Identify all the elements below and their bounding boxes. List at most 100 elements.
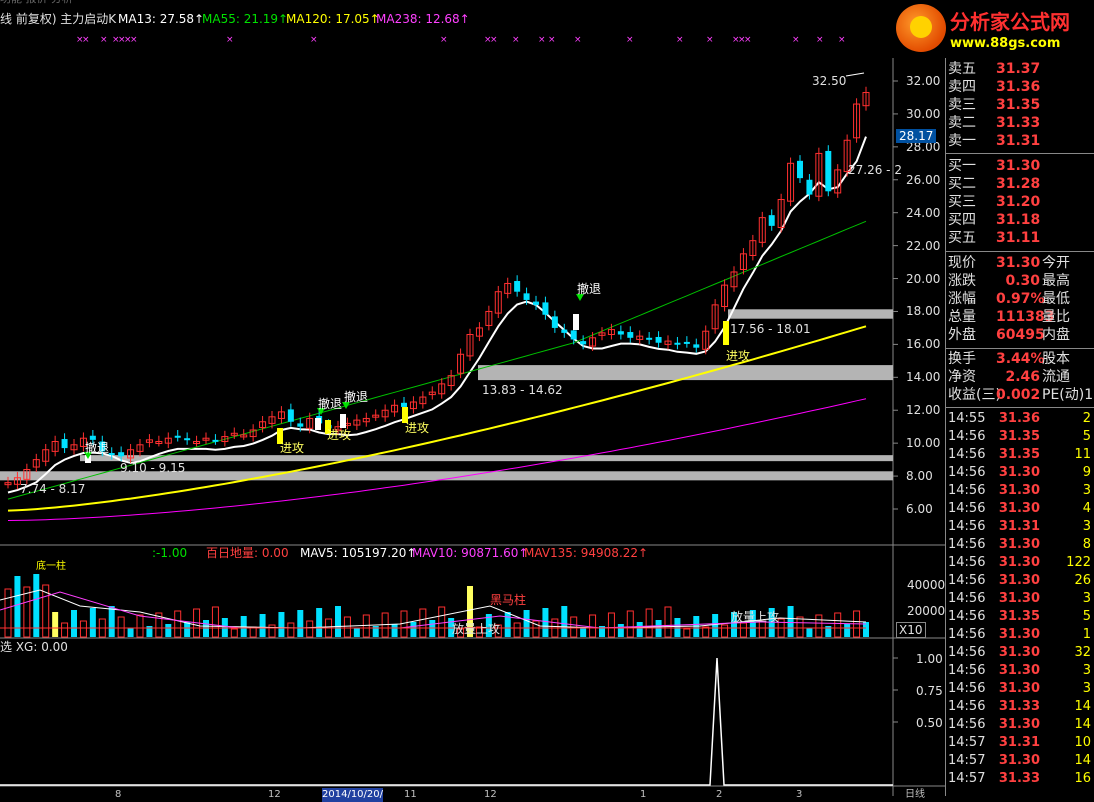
- candle-down: [542, 302, 549, 315]
- tick-row[interactable]: 14:56 31.30 122: [946, 554, 1094, 572]
- retreat-candle: [573, 314, 579, 330]
- high-label: 32.50: [812, 74, 847, 88]
- tick-row[interactable]: 14:56 31.35 11: [946, 446, 1094, 464]
- menu-item[interactable]: 功能: [0, 0, 22, 5]
- signal-marker: ×: [490, 35, 498, 45]
- row-label: 卖四: [948, 79, 976, 95]
- zone3-label: 13.83 - 14.62: [482, 383, 563, 397]
- tick-row[interactable]: 14:56 31.30 14: [946, 716, 1094, 734]
- row-value: 31.33: [996, 115, 1041, 131]
- tick-time: 14:56: [948, 609, 986, 624]
- row-label: 买三: [948, 194, 976, 210]
- tick-volume: 5: [1082, 609, 1091, 624]
- sell-level: 卖二 31.33: [946, 114, 1094, 132]
- price-axis-label: 24.00: [906, 205, 941, 220]
- tick-row[interactable]: 14:56 31.30 9: [946, 464, 1094, 482]
- tick-volume: 3: [1082, 663, 1091, 678]
- volume-bar: [410, 622, 417, 637]
- volume-bar: [353, 628, 360, 637]
- tick-row[interactable]: 14:56 31.30 3: [946, 662, 1094, 680]
- tick-price: 31.31: [998, 735, 1040, 750]
- ma120-label: MA120: 17.05↑: [286, 12, 380, 26]
- volume-bar: [79, 620, 87, 638]
- volume-bar: [335, 606, 341, 637]
- menu-item[interactable]: 分析: [51, 0, 73, 5]
- tick-row[interactable]: 14:56 31.35 5: [946, 608, 1094, 626]
- volume-bar: [362, 614, 370, 638]
- tick-price: 31.30: [998, 717, 1040, 732]
- sell-level: 卖一 31.31: [946, 132, 1094, 150]
- tick-price: 31.33: [998, 699, 1040, 714]
- signal-marker: ×: [626, 35, 634, 45]
- tick-row[interactable]: 14:56 31.30 3: [946, 590, 1094, 608]
- tick-row[interactable]: 14:56 31.33 14: [946, 698, 1094, 716]
- volume-bar: [636, 622, 643, 637]
- tick-price: 31.30: [998, 573, 1040, 588]
- tick-volume: 16: [1074, 771, 1091, 786]
- zone1-label: 7.74 - 8.17: [20, 482, 86, 496]
- row-value: 60495: [996, 327, 1045, 343]
- volume-bar: [89, 608, 96, 637]
- candle-down: [570, 330, 577, 340]
- tick-row[interactable]: 14:56 31.31 3: [946, 518, 1094, 536]
- tick-row[interactable]: 14:57 31.30 14: [946, 752, 1094, 770]
- date-12: 12: [268, 789, 281, 800]
- buy-level: 买三 31.20: [946, 193, 1094, 211]
- volume-bar: [739, 622, 747, 638]
- tick-volume: 32: [1074, 645, 1091, 660]
- volume-bar: [683, 628, 691, 638]
- row-label: 买四: [948, 212, 976, 228]
- price-axis-label: 18.00: [906, 304, 941, 319]
- row-value: 31.35: [996, 97, 1041, 113]
- volume-bar: [504, 612, 511, 637]
- tick-row[interactable]: 14:56 31.30 4: [946, 500, 1094, 518]
- volume-bar: [4, 588, 12, 638]
- divider: [946, 153, 1094, 154]
- support-zone: [728, 309, 893, 319]
- volume-bar: [589, 614, 597, 638]
- menu-item[interactable]: 报价: [26, 0, 48, 5]
- volume-bar: [542, 608, 549, 637]
- row-value: 31.30: [996, 158, 1041, 174]
- tick-row[interactable]: 14:56 31.30 8: [946, 536, 1094, 554]
- volume-bar: [127, 628, 134, 637]
- candle-down: [108, 453, 115, 456]
- tick-row[interactable]: 14:57 31.33 16: [946, 770, 1094, 788]
- buy-level: 买一 31.30: [946, 157, 1094, 175]
- volume-bar: [815, 614, 823, 638]
- tick-volume: 1: [1082, 627, 1091, 642]
- tick-price: 31.30: [998, 681, 1040, 696]
- tick-row[interactable]: 14:55 31.36 2: [946, 410, 1094, 428]
- tick-row[interactable]: 14:56 31.30 32: [946, 644, 1094, 662]
- tick-row[interactable]: 14:56 31.30 3: [946, 482, 1094, 500]
- candle-down: [551, 316, 558, 328]
- tick-row[interactable]: 14:56 31.30 3: [946, 680, 1094, 698]
- tick-row[interactable]: 14:56 31.30 1: [946, 626, 1094, 644]
- tick-time: 14:56: [948, 519, 986, 534]
- tick-time: 14:57: [948, 735, 986, 750]
- volume-bar: [721, 624, 729, 638]
- candle-down: [212, 439, 219, 442]
- candle-down: [401, 402, 407, 407]
- kline-chart[interactable]: ×× × ×××× × × × ×× × × × × × × × ××× × × ×: [0, 0, 945, 796]
- tick-row[interactable]: 14:57 31.31 10: [946, 734, 1094, 752]
- volume-bar: [391, 624, 398, 637]
- indicator-axis-075: 0.75: [916, 684, 943, 698]
- tick-time: 14:56: [948, 681, 986, 696]
- row-value: 31.18: [996, 212, 1041, 228]
- tick-row[interactable]: 14:56 31.35 5: [946, 428, 1094, 446]
- tick-time: 14:56: [948, 465, 986, 480]
- period-label[interactable]: 日线: [905, 788, 925, 802]
- date-current[interactable]: 2014/10/20/: [322, 788, 384, 802]
- candle-down: [523, 293, 530, 300]
- attack-label: 进攻: [280, 441, 305, 455]
- volume-bar: [316, 608, 323, 637]
- volume-bar: [184, 622, 191, 637]
- row-label-2: 内盘: [1042, 327, 1070, 343]
- tick-time: 14:56: [948, 627, 986, 642]
- buy-level: 买五 31.11: [946, 229, 1094, 247]
- zone4-label: 17.56 - 18.01: [730, 322, 811, 336]
- row-value: 31.37: [996, 61, 1041, 77]
- signal-marker: ×: [548, 35, 556, 45]
- tick-row[interactable]: 14:56 31.30 26: [946, 572, 1094, 590]
